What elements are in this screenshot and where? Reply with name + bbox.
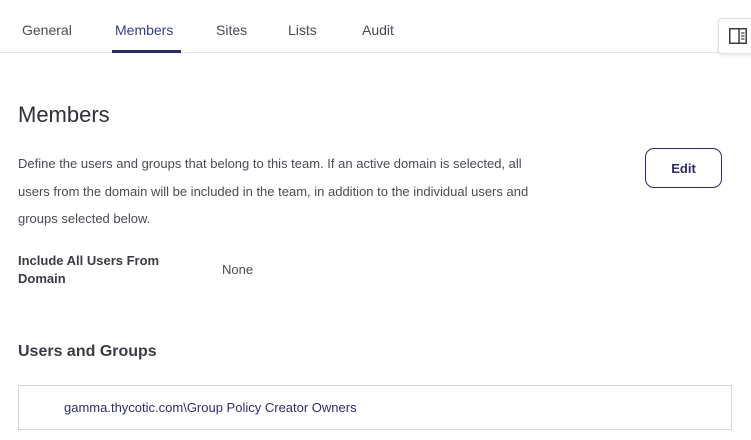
users-groups-list: gamma.thycotic.com\Group Policy Creator …	[18, 385, 732, 430]
list-item[interactable]: gamma.thycotic.com\Group Policy Creator …	[64, 400, 357, 415]
edit-button[interactable]: Edit	[645, 148, 722, 188]
tab-general[interactable]: General	[22, 22, 72, 38]
users-groups-heading: Users and Groups	[18, 343, 157, 360]
tab-lists[interactable]: Lists	[288, 22, 317, 38]
panel-toggle-button[interactable]	[718, 18, 751, 54]
members-description: Define the users and groups that belong …	[18, 156, 529, 226]
side-panel-icon	[729, 28, 747, 44]
tab-members[interactable]: Members	[115, 22, 173, 38]
include-all-users-label: Include All Users From Domain	[18, 253, 160, 286]
tab-bar: General Members Sites Lists Audit	[0, 0, 751, 53]
tab-audit[interactable]: Audit	[362, 22, 394, 38]
include-all-users-value: None	[222, 262, 254, 277]
tab-sites[interactable]: Sites	[216, 22, 247, 38]
page-title: Members	[18, 102, 110, 127]
active-tab-indicator	[112, 50, 181, 53]
